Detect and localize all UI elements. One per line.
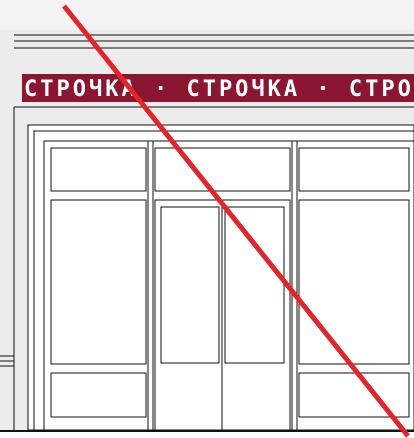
transom-panels <box>50 147 410 192</box>
double-door <box>154 199 291 431</box>
shop-sign-text: СТРОЧКА · СТРОЧКА · СТРОЧКА <box>24 77 414 102</box>
shopfront-drawing: СТРОЧКА · СТРОЧКА · СТРОЧКА <box>0 0 414 438</box>
facade-top-band <box>0 0 414 30</box>
